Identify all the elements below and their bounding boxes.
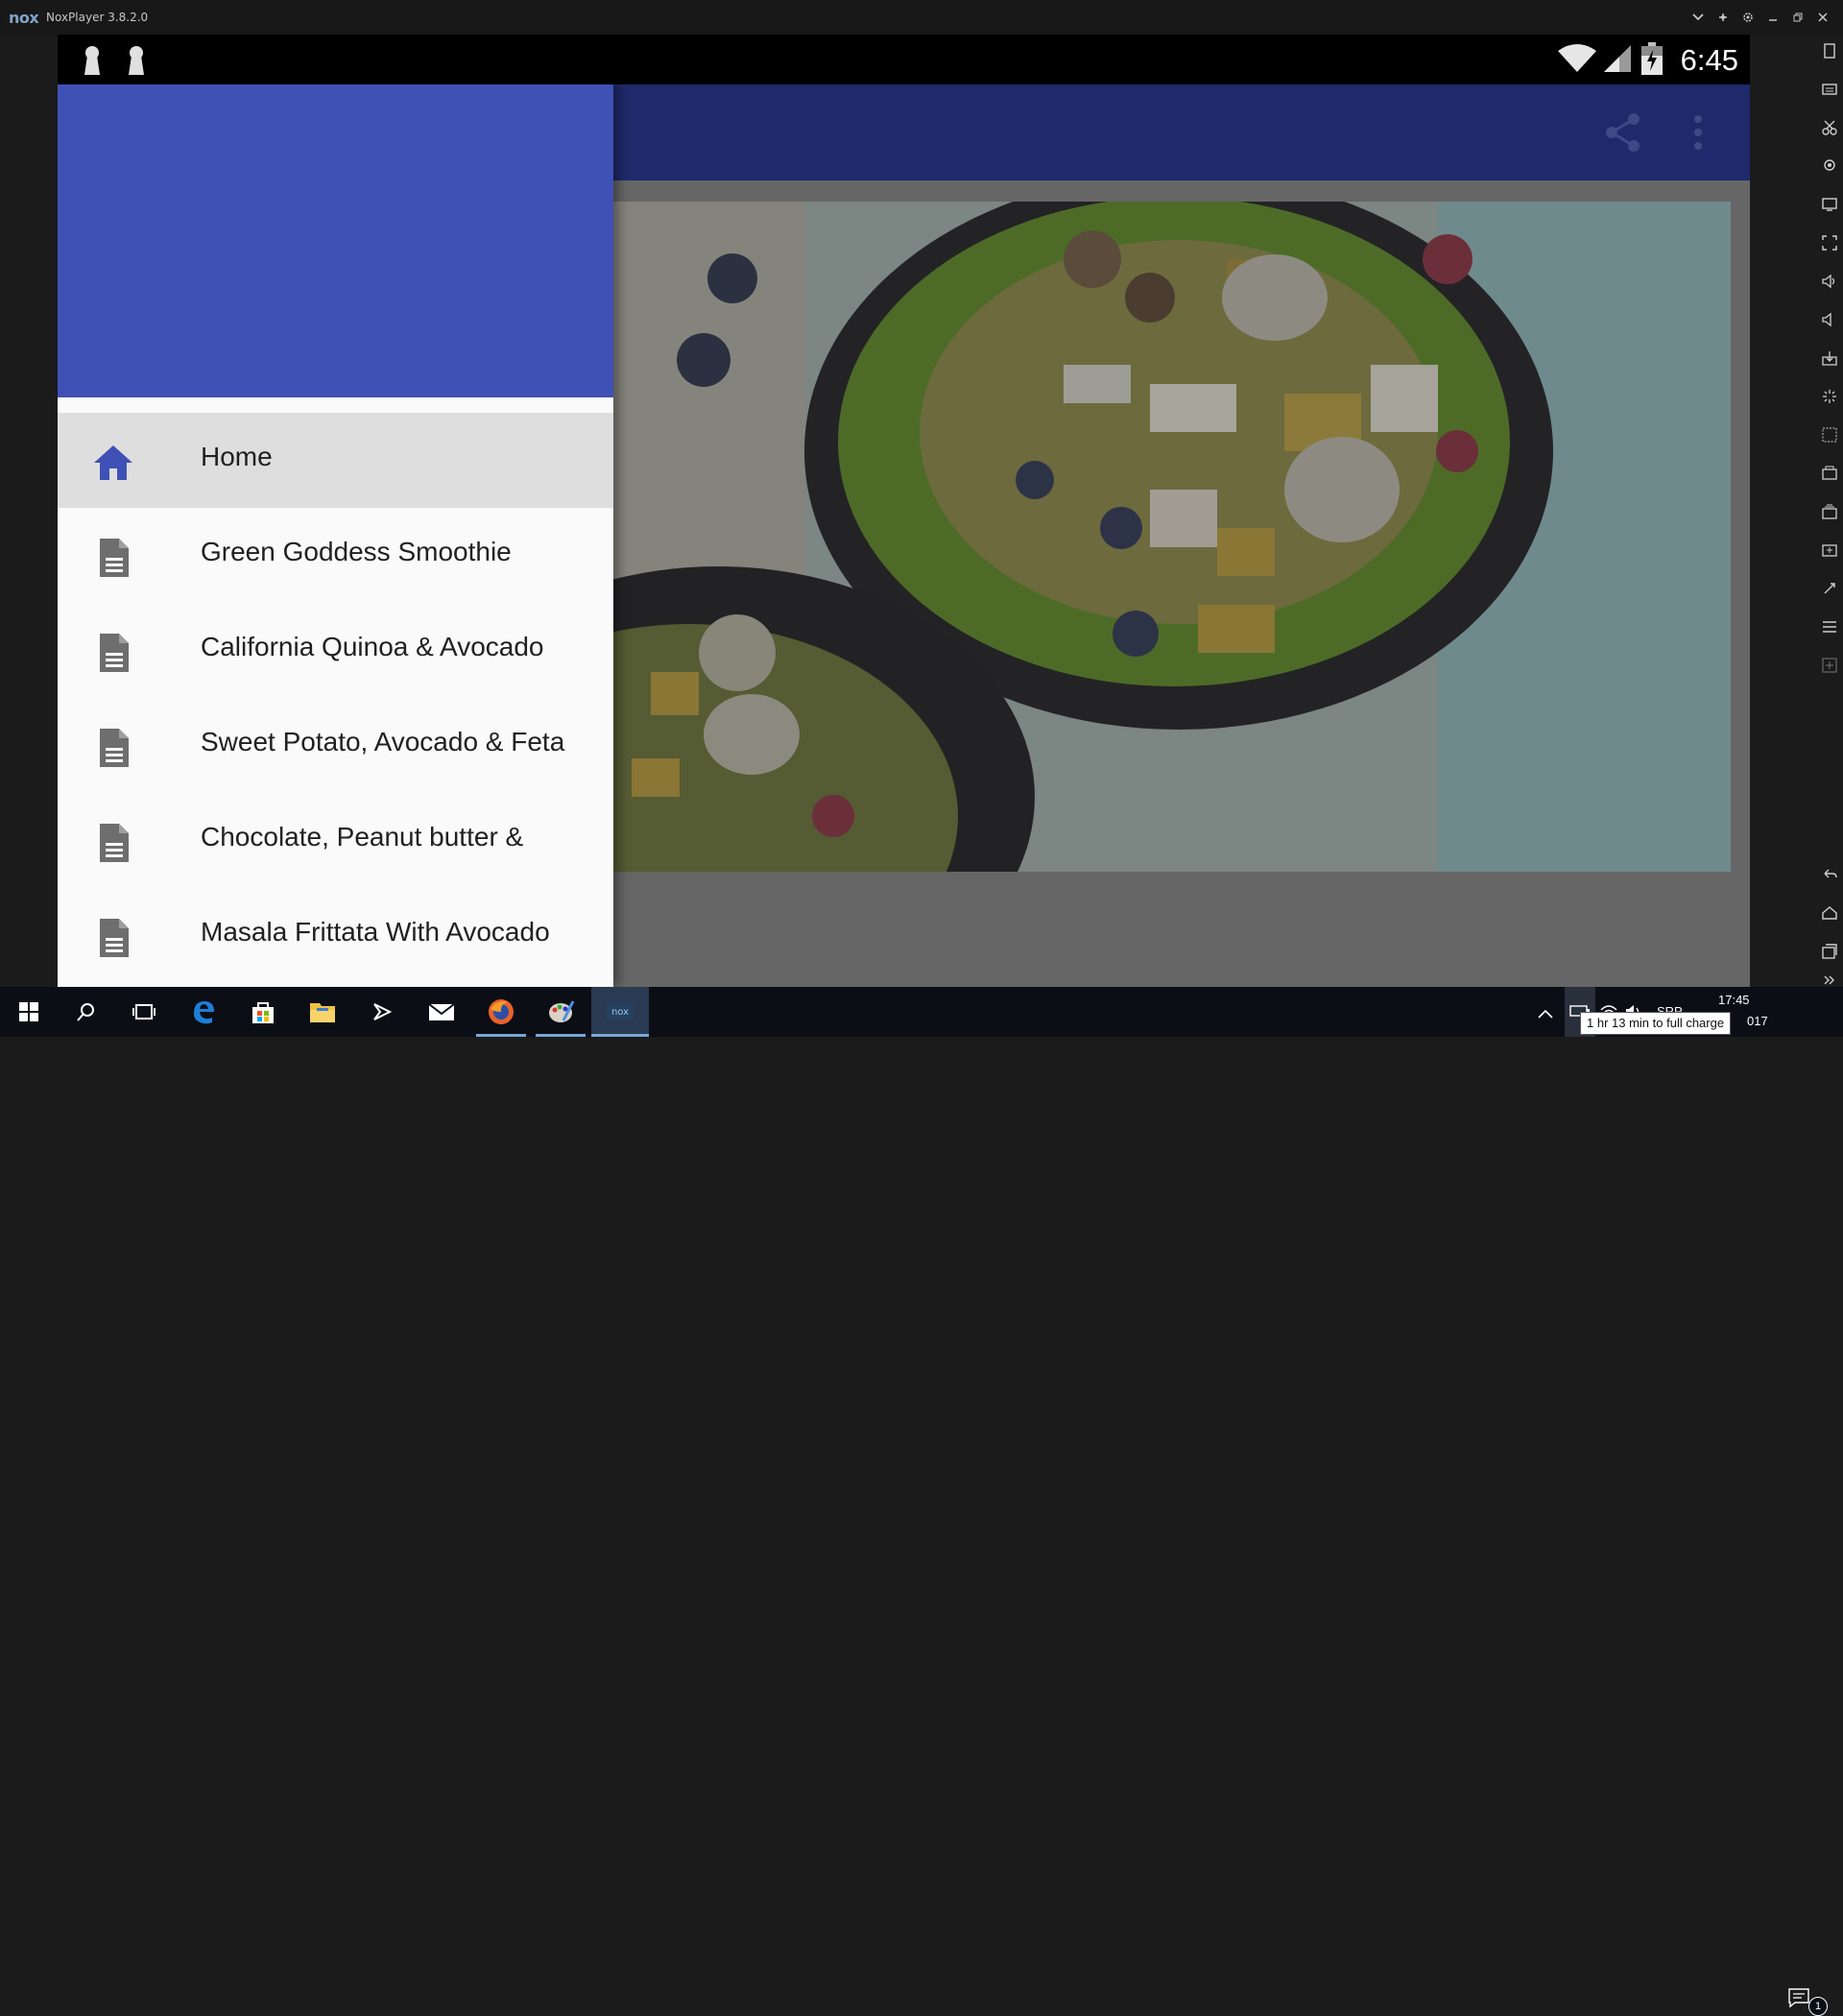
- minimize-icon[interactable]: [1760, 6, 1785, 29]
- tray-clock-time[interactable]: 17:45: [1718, 993, 1750, 1007]
- add-icon[interactable]: [1819, 655, 1840, 676]
- drawer-menu: Home Green Goddess Smoothie California Q…: [58, 413, 613, 983]
- drawer-item-home[interactable]: Home: [58, 413, 613, 508]
- sync-icon[interactable]: [1819, 540, 1840, 561]
- back-icon[interactable]: [1819, 864, 1840, 885]
- menu-icon[interactable]: [1819, 616, 1840, 637]
- keyboard-icon[interactable]: [1819, 79, 1840, 100]
- drawer-item-label: Masala Frittata With Avocado: [201, 917, 550, 947]
- battery-icon: [1640, 42, 1663, 79]
- drawer-item-sweet-potato-avocado-feta[interactable]: Sweet Potato, Avocado & Feta: [58, 698, 613, 793]
- volume-up-icon[interactable]: [1819, 271, 1840, 292]
- window-controls: [1686, 6, 1835, 29]
- document-icon: [92, 537, 134, 579]
- drawer-item-masala-frittata-avocado[interactable]: Masala Frittata With Avocado: [58, 888, 613, 983]
- nox-logo: nox: [9, 9, 39, 27]
- android-status-bar: 6:45: [58, 35, 1750, 84]
- close-icon[interactable]: [1810, 6, 1835, 29]
- task-view-icon[interactable]: [115, 987, 173, 1037]
- macro-icon[interactable]: [1819, 424, 1840, 445]
- status-right-icons: 6:45: [1557, 42, 1738, 79]
- shake-icon[interactable]: [1819, 40, 1840, 61]
- nox-titlebar: nox NoxPlayer 3.8.2.0: [0, 0, 1843, 35]
- mail-icon[interactable]: [413, 987, 470, 1037]
- gear-icon[interactable]: [1735, 6, 1760, 29]
- status-left-icons: [81, 44, 148, 81]
- edge-icon[interactable]: [175, 987, 232, 1037]
- keyhole-icon: [81, 44, 104, 81]
- drawer-item-label: Home: [201, 442, 273, 471]
- recent-apps-icon[interactable]: [1819, 941, 1840, 962]
- keyhole-icon: [125, 44, 148, 81]
- notification-count-badge: 1: [1808, 1997, 1828, 2016]
- smoothie-bowl-photo: [612, 202, 1731, 872]
- volume-down-icon[interactable]: [1819, 309, 1840, 330]
- restore-icon[interactable]: [1785, 6, 1810, 29]
- drawer-item-label: Chocolate, Peanut butter &: [201, 822, 524, 852]
- document-icon: [92, 822, 134, 864]
- drawer-item-label: Sweet Potato, Avocado & Feta: [201, 727, 565, 756]
- chevron-down-icon[interactable]: [1686, 6, 1711, 29]
- drawer-item-label: California Quinoa & Avocado: [201, 632, 544, 661]
- windows-taskbar: nox SRP 17:45 017 1: [0, 987, 1843, 2016]
- svg-text:nox: nox: [611, 1007, 629, 1018]
- window-title: NoxPlayer 3.8.2.0: [46, 11, 149, 24]
- firefox-icon[interactable]: [472, 987, 530, 1037]
- paint-icon[interactable]: [532, 987, 589, 1037]
- tray-clock-date[interactable]: 017: [1747, 1014, 1768, 1028]
- location-icon[interactable]: [1819, 156, 1840, 177]
- document-icon: [92, 917, 134, 959]
- scissors-icon[interactable]: [1819, 117, 1840, 138]
- nox-side-toolbar: [1751, 35, 1843, 991]
- multi-instance-icon[interactable]: [1819, 501, 1840, 522]
- battery-tooltip: 1 hr 13 min to full charge: [1580, 1012, 1732, 1035]
- record-icon[interactable]: [1819, 463, 1840, 484]
- more-vert-icon[interactable]: [1691, 111, 1705, 154]
- document-icon: [92, 632, 134, 674]
- tray-chevron-up-icon[interactable]: [1538, 1004, 1553, 1022]
- status-clock: 6:45: [1680, 43, 1738, 77]
- android-screen: 6:45 Home Green Goddess Smoothie Califor…: [58, 35, 1750, 987]
- store-icon[interactable]: [234, 987, 292, 1037]
- drawer-item-green-goddess-smoothie[interactable]: Green Goddess Smoothie: [58, 508, 613, 603]
- share-icon[interactable]: [1602, 111, 1644, 154]
- wifi-icon: [1557, 43, 1596, 78]
- file-explorer-icon[interactable]: [294, 987, 351, 1037]
- drawer-item-chocolate-peanut-butter[interactable]: Chocolate, Peanut butter &: [58, 793, 613, 888]
- nox-icon[interactable]: nox: [591, 987, 649, 1037]
- drawer-item-label: Green Goddess Smoothie: [201, 537, 512, 566]
- android-home-icon[interactable]: [1819, 902, 1840, 924]
- visual-studio-icon[interactable]: [353, 987, 411, 1037]
- windows-start-icon[interactable]: [0, 987, 58, 1037]
- drawer-header: [58, 84, 613, 397]
- signal-icon: [1603, 43, 1633, 78]
- loading-icon[interactable]: [1819, 386, 1840, 407]
- home-icon: [92, 442, 134, 484]
- drawer-item-california-quinoa-avocado[interactable]: California Quinoa & Avocado: [58, 603, 613, 698]
- document-icon: [92, 727, 134, 769]
- notification-center-icon[interactable]: 1: [1787, 1985, 1828, 2016]
- screen-icon[interactable]: [1819, 194, 1840, 215]
- search-icon[interactable]: [58, 987, 115, 1037]
- link-icon[interactable]: [1819, 578, 1840, 599]
- fullscreen-icon[interactable]: [1819, 232, 1840, 253]
- pin-icon[interactable]: [1711, 6, 1735, 29]
- navigation-drawer: Home Green Goddess Smoothie California Q…: [58, 84, 613, 987]
- install-apk-icon[interactable]: [1819, 348, 1840, 369]
